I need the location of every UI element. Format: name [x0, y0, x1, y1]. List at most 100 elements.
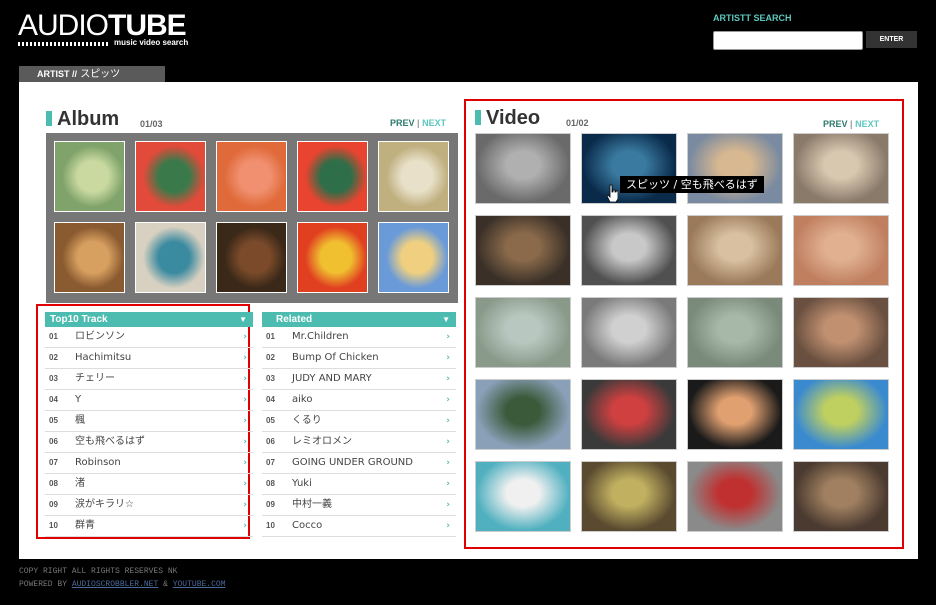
video-thumbnail[interactable]	[581, 133, 677, 204]
top10-item-name: 楓	[75, 415, 85, 426]
related-item[interactable]: 06 レミオロメン ›	[262, 432, 456, 453]
album-cover[interactable]	[297, 141, 368, 212]
related-item[interactable]: 10 Cocco ›	[262, 516, 456, 537]
album-cover[interactable]	[135, 141, 206, 212]
related-item[interactable]: 08 Yuki ›	[262, 474, 456, 495]
related-item[interactable]: 03 JUDY AND MARY ›	[262, 369, 456, 390]
video-grid	[475, 133, 895, 533]
related-item-number: 09	[266, 500, 275, 509]
album-cover[interactable]	[378, 222, 449, 293]
video-prev-link[interactable]: PREV	[823, 119, 848, 129]
chevron-right-icon: ›	[446, 521, 450, 531]
chevron-right-icon: ›	[243, 353, 247, 363]
album-cover[interactable]	[216, 141, 287, 212]
video-thumbnail[interactable]	[475, 215, 571, 286]
top10-item[interactable]: 05 楓 ›	[45, 411, 253, 432]
video-thumbnail[interactable]	[687, 461, 783, 532]
top10-item-name: 群青	[75, 520, 95, 531]
top10-item-name: 涙がキラリ☆	[75, 499, 134, 510]
top10-item-number: 03	[49, 374, 58, 383]
top10-item[interactable]: 07 Robinson ›	[45, 453, 253, 474]
album-cover[interactable]	[54, 222, 125, 293]
video-thumbnail[interactable]	[475, 297, 571, 368]
video-thumbnail[interactable]	[475, 379, 571, 450]
video-thumbnail[interactable]	[581, 297, 677, 368]
top10-title: Top10 Track	[50, 314, 108, 325]
related-item-name: Bump Of Chicken	[292, 352, 379, 363]
top10-header[interactable]: Top10 Track ▼	[45, 312, 253, 327]
album-nav: PREV | NEXT	[390, 118, 446, 128]
related-item-name: くるり	[292, 415, 322, 426]
album-title: Album	[46, 108, 119, 131]
album-cover[interactable]	[135, 222, 206, 293]
video-thumbnail[interactable]	[793, 461, 889, 532]
top10-item-name: Hachimitsu	[75, 352, 132, 363]
album-next-link[interactable]: NEXT	[422, 118, 446, 128]
related-item-name: GOING UNDER GROUND	[292, 457, 413, 468]
video-thumbnail[interactable]	[793, 379, 889, 450]
video-tooltip: スピッツ / 空も飛べるはず	[620, 176, 764, 193]
top10-item-name: 渚	[75, 478, 85, 489]
top10-item[interactable]: 06 空も飛べるはず ›	[45, 432, 253, 453]
chevron-right-icon: ›	[446, 479, 450, 489]
top10-item-number: 05	[49, 416, 58, 425]
video-thumbnail[interactable]	[581, 215, 677, 286]
chevron-right-icon: ›	[243, 458, 247, 468]
top10-item[interactable]: 10 群青 ›	[45, 516, 253, 537]
video-thumbnail[interactable]	[687, 379, 783, 450]
top10-item[interactable]: 01 ロビンソン ›	[45, 327, 253, 348]
video-thumbnail[interactable]	[687, 215, 783, 286]
video-thumbnail[interactable]	[793, 297, 889, 368]
related-item[interactable]: 05 くるり ›	[262, 411, 456, 432]
related-header[interactable]: Related ▼	[262, 312, 456, 327]
video-thumbnail[interactable]	[687, 297, 783, 368]
top10-item[interactable]: 02 Hachimitsu ›	[45, 348, 253, 369]
top10-item[interactable]: 08 渚 ›	[45, 474, 253, 495]
video-page-indicator: 01/02	[566, 118, 589, 128]
album-cover[interactable]	[378, 141, 449, 212]
album-prev-link[interactable]: PREV	[390, 118, 415, 128]
chevron-right-icon: ›	[243, 416, 247, 426]
enter-button[interactable]: ENTER	[866, 31, 917, 48]
top10-item[interactable]: 04 Y ›	[45, 390, 253, 411]
top10-item[interactable]: 09 涙がキラリ☆ ›	[45, 495, 253, 516]
video-thumbnail[interactable]	[475, 461, 571, 532]
related-item[interactable]: 02 Bump Of Chicken ›	[262, 348, 456, 369]
related-item-name: aiko	[292, 394, 313, 405]
video-nav: PREV | NEXT	[823, 119, 879, 129]
video-title-text: Video	[486, 107, 541, 129]
audioscrobbler-link[interactable]: AUDIOSCROBBLER.NET	[72, 580, 158, 589]
related-item[interactable]: 07 GOING UNDER GROUND ›	[262, 453, 456, 474]
video-next-link[interactable]: NEXT	[855, 119, 879, 129]
footer-copyright: COPY RIGHT ALL RIGHTS RESERVES NK	[19, 567, 178, 576]
video-thumbnail[interactable]	[475, 133, 571, 204]
related-item-name: JUDY AND MARY	[292, 373, 372, 384]
related-item[interactable]: 09 中村一義 ›	[262, 495, 456, 516]
album-cover[interactable]	[216, 222, 287, 293]
video-thumbnail[interactable]	[793, 215, 889, 286]
video-thumbnail[interactable]	[581, 461, 677, 532]
related-item[interactable]: 04 aiko ›	[262, 390, 456, 411]
video-thumbnail[interactable]	[581, 379, 677, 450]
album-nav-separator: |	[417, 118, 420, 128]
top10-list: Top10 Track ▼ 01 ロビンソン › 02 Hachimitsu › 03 チェリ…	[45, 312, 253, 537]
youtube-link[interactable]: YOUTUBE.COM	[173, 580, 226, 589]
album-cover[interactable]	[54, 141, 125, 212]
album-cover[interactable]	[297, 222, 368, 293]
related-item[interactable]: 01 Mr.Children ›	[262, 327, 456, 348]
artist-search-input[interactable]	[713, 31, 863, 50]
top10-item-name: ロビンソン	[75, 331, 125, 342]
video-thumbnail[interactable]	[687, 133, 783, 204]
related-title: Related	[276, 314, 313, 325]
album-page-indicator: 01/03	[140, 119, 163, 129]
album-title-marker	[46, 111, 52, 126]
video-thumbnail[interactable]	[793, 133, 889, 204]
chevron-right-icon: ›	[243, 437, 247, 447]
chevron-right-icon: ›	[243, 521, 247, 531]
top10-item-number: 10	[49, 521, 58, 530]
top10-item[interactable]: 03 チェリー ›	[45, 369, 253, 390]
album-grid	[46, 133, 458, 303]
related-item-number: 06	[266, 437, 275, 446]
related-item-number: 05	[266, 416, 275, 425]
chevron-right-icon: ›	[446, 353, 450, 363]
